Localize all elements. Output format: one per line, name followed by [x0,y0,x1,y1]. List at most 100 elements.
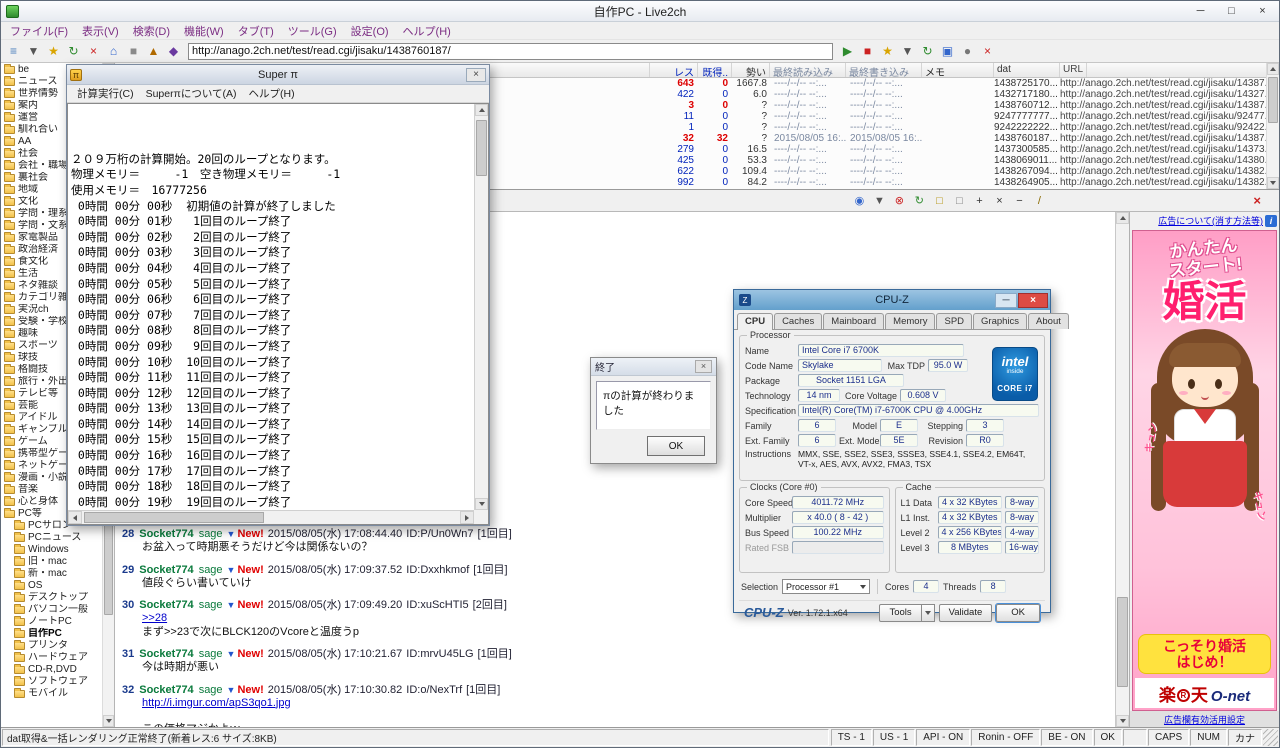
dialog-titlebar[interactable]: 終了 × [591,358,716,376]
post-menu-arrow-icon[interactable]: ▼ [227,600,236,610]
cpuz-tab[interactable]: Mainboard [823,313,885,329]
write-icon[interactable]: ▲ [144,42,163,60]
edit-icon[interactable]: / [1030,192,1048,209]
cpuz-tab[interactable]: Memory [885,313,936,329]
sidebar-item[interactable]: パソコン一般 [1,604,102,616]
thread-list-scrollbar[interactable] [1266,63,1279,189]
superpi-vertical-scrollbar[interactable] [474,104,488,510]
scroll-down-icon[interactable] [475,498,488,510]
pi-finished-dialog[interactable]: 終了 × πの計算が終わりました OK [590,357,717,464]
dialog-ok-button[interactable]: OK [647,436,705,456]
minimize-icon[interactable]: ─ [1186,3,1215,20]
dropdown-icon[interactable]: ▼ [24,42,43,60]
menu-item[interactable]: 検索(D) [126,23,177,39]
info-icon[interactable]: i [1265,214,1277,227]
ad-settings-link[interactable]: 広告欄有効活用設定 [1164,713,1245,726]
url-input[interactable] [188,42,833,60]
superpi-menu-item[interactable]: Superπについて(A) [140,86,243,101]
cpuz-titlebar[interactable]: Z CPU-Z ─ × [734,290,1050,310]
maximize-icon[interactable]: □ [1217,3,1246,20]
sidebar-item[interactable]: 自作PC [1,628,102,640]
board-window-icon[interactable]: ■ [124,42,143,60]
menu-item[interactable]: ファイル(F) [3,23,75,39]
superpi-close-icon[interactable]: × [466,67,486,82]
column-momentum[interactable]: 勢い [732,63,770,77]
thread-view-scrollbar[interactable] [1115,212,1129,727]
scroll-down-icon[interactable] [1116,715,1129,727]
cpuz-minimize-icon[interactable]: ─ [995,292,1017,308]
column-acquired[interactable]: 既得.. [698,63,732,77]
superpi-titlebar[interactable]: π Super π × [67,65,489,85]
abort-icon[interactable]: ⊗ [890,192,908,209]
post-menu-arrow-icon[interactable]: ▼ [227,649,236,659]
sidebar-item[interactable]: モバイル [1,688,102,700]
cpuz-close-icon[interactable]: × [1018,292,1048,308]
reload-thread-icon[interactable]: ↻ [910,192,928,209]
board-tree-icon[interactable]: ≡ [4,42,23,60]
processor-select[interactable]: Processor #1 [782,579,871,594]
scroll-right-icon[interactable] [460,511,474,524]
sidebar-item[interactable]: OS [1,580,102,592]
image-url-link[interactable]: http://i.imgur.com/apS3qo1.jpg [142,697,1111,711]
column-last-write[interactable]: 最終書き込み [846,63,922,77]
cpuz-tab[interactable]: About [1028,313,1069,329]
add-favorite-icon[interactable]: ★ [878,42,897,60]
scroll-down-icon[interactable] [103,715,114,727]
tools-dropdown-icon[interactable] [921,603,935,622]
sidebar-item[interactable]: Windows [1,544,102,556]
superpi-window[interactable]: π Super π × 計算実行(C) Superπについて(A) ヘルプ(H) ２… [66,64,490,526]
post-menu-arrow-icon[interactable]: ▼ [227,529,236,539]
column-url[interactable]: URL [1060,63,1088,77]
menu-item[interactable]: ツール(G) [281,23,344,39]
cpuz-tab[interactable]: Caches [774,313,823,329]
post-menu-arrow-icon[interactable]: ▼ [227,685,236,695]
hide-dropdown-icon[interactable]: ▼ [870,192,888,209]
sidebar-item[interactable]: プリンタ [1,640,102,652]
go-icon[interactable]: ▶ [838,42,857,60]
superpi-horizontal-scrollbar[interactable] [68,510,474,524]
font-reset-icon[interactable]: × [990,192,1008,209]
superpi-menu-item[interactable]: 計算実行(C) [71,86,140,101]
scroll-up-icon[interactable] [1267,63,1279,75]
ad-banner[interactable]: かんたん スタート! 婚活 キュン キュン こっそり婚活 はじめ！ 楽 R 天 … [1132,230,1277,711]
column-last-read[interactable]: 最終読み込み [770,63,846,77]
close-tab-icon[interactable]: × [978,42,997,60]
search-icon[interactable]: ◆ [164,42,183,60]
scroll-down-icon[interactable] [1267,177,1279,189]
menu-item[interactable]: タブ(T) [231,23,281,39]
hide-read-icon[interactable]: ◉ [850,192,868,209]
scroll-thumb[interactable] [1268,77,1278,123]
scroll-thumb[interactable] [84,512,264,523]
page-icon[interactable]: □ [930,192,948,209]
window-titlebar[interactable]: 自作PC - Live2ch ─ □ × [1,1,1279,22]
home-icon[interactable]: ⌂ [104,42,123,60]
scroll-left-icon[interactable] [68,511,82,524]
close-thread-icon[interactable]: × [1253,193,1261,208]
font-larger-icon[interactable]: + [970,192,988,209]
stop-icon[interactable]: × [84,42,103,60]
sidebar-item[interactable]: ノートPC [1,616,102,628]
superpi-menu-item[interactable]: ヘルプ(H) [243,86,301,101]
tools-button[interactable]: Tools [879,603,922,622]
reload-icon[interactable]: ↻ [918,42,937,60]
menu-item[interactable]: ヘルプ(H) [396,23,458,39]
menu-item[interactable]: 機能(W) [177,23,231,39]
scroll-up-icon[interactable] [1116,212,1129,224]
sidebar-item[interactable]: 旧・mac [1,556,102,568]
sidebar-item[interactable]: ハードウェア [1,652,102,664]
sidebar-item[interactable]: デスクトップ [1,592,102,604]
scroll-thumb[interactable] [1117,597,1128,688]
refresh-icon[interactable]: ↻ [64,42,83,60]
column-dat[interactable]: dat [994,63,1060,77]
resize-grip[interactable] [1263,729,1278,746]
mail-icon[interactable]: ▣ [938,42,957,60]
page-copy-icon[interactable]: □ [950,192,968,209]
menu-item[interactable]: 設定(O) [344,23,396,39]
sidebar-item[interactable]: CD-R,DVD [1,664,102,676]
history-dropdown-icon[interactable]: ▼ [898,42,917,60]
post-menu-arrow-icon[interactable]: ▼ [227,565,236,575]
font-smaller-icon[interactable]: − [1010,192,1028,209]
sidebar-item[interactable]: ソフトウェア [1,676,102,688]
dialog-close-icon[interactable]: × [695,360,712,373]
close-icon[interactable]: × [1248,3,1277,20]
